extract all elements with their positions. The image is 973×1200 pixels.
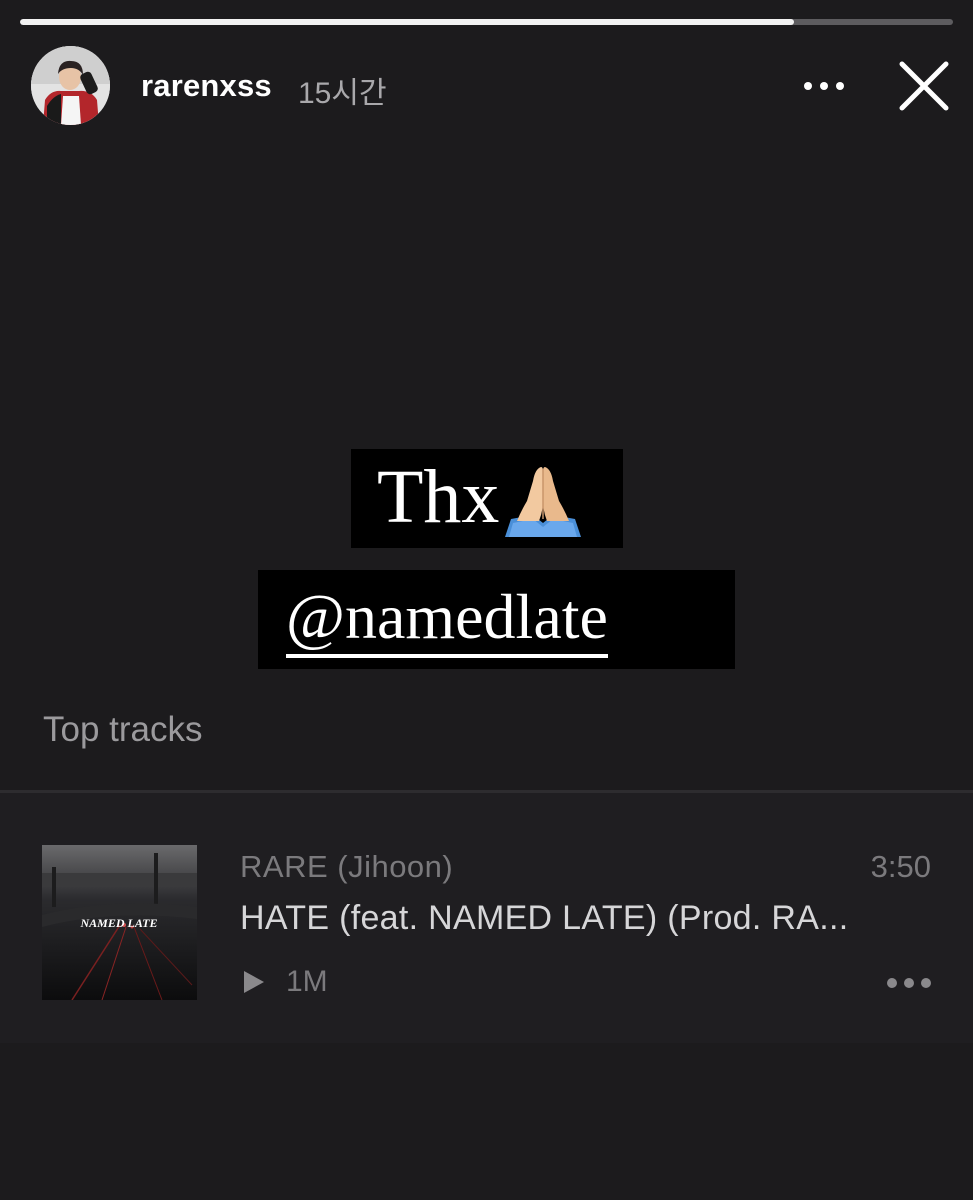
mention-sticker[interactable]: @namedlate <box>258 570 735 669</box>
thx-text: Thx <box>377 455 500 539</box>
track-title[interactable]: HATE (feat. NAMED LATE) (Prod. RA... <box>240 899 848 938</box>
close-button[interactable] <box>894 56 954 116</box>
mention-link[interactable]: @namedlate <box>286 581 608 658</box>
track-more-button[interactable] <box>884 973 934 993</box>
story-progress-fill <box>20 19 795 25</box>
track-row[interactable]: NAMED LATE RARE (Jihoon) 3:50 HATE (feat… <box>0 793 973 1043</box>
section-title: Top tracks <box>43 710 203 749</box>
close-icon <box>899 61 949 111</box>
track-duration: 3:50 <box>870 849 931 884</box>
folded-hands-icon <box>503 461 583 556</box>
album-art-image: NAMED LATE <box>42 845 197 1000</box>
story-progress-bar <box>20 19 953 25</box>
more-horizontal-icon <box>804 82 844 90</box>
more-horizontal-icon <box>887 978 931 988</box>
avatar[interactable] <box>31 46 110 125</box>
thx-sticker: Thx <box>351 449 623 548</box>
album-art-text: NAMED LATE <box>79 916 157 930</box>
play-icon <box>244 971 264 993</box>
play-count: 1M <box>286 965 328 998</box>
more-options-button[interactable] <box>800 68 848 104</box>
timestamp: 15시간 <box>298 77 387 110</box>
play-button[interactable] <box>242 969 266 995</box>
avatar-image <box>31 46 110 125</box>
album-art: NAMED LATE <box>42 845 197 1000</box>
username[interactable]: rarenxss <box>141 68 272 104</box>
track-artist: RARE (Jihoon) <box>240 849 454 884</box>
